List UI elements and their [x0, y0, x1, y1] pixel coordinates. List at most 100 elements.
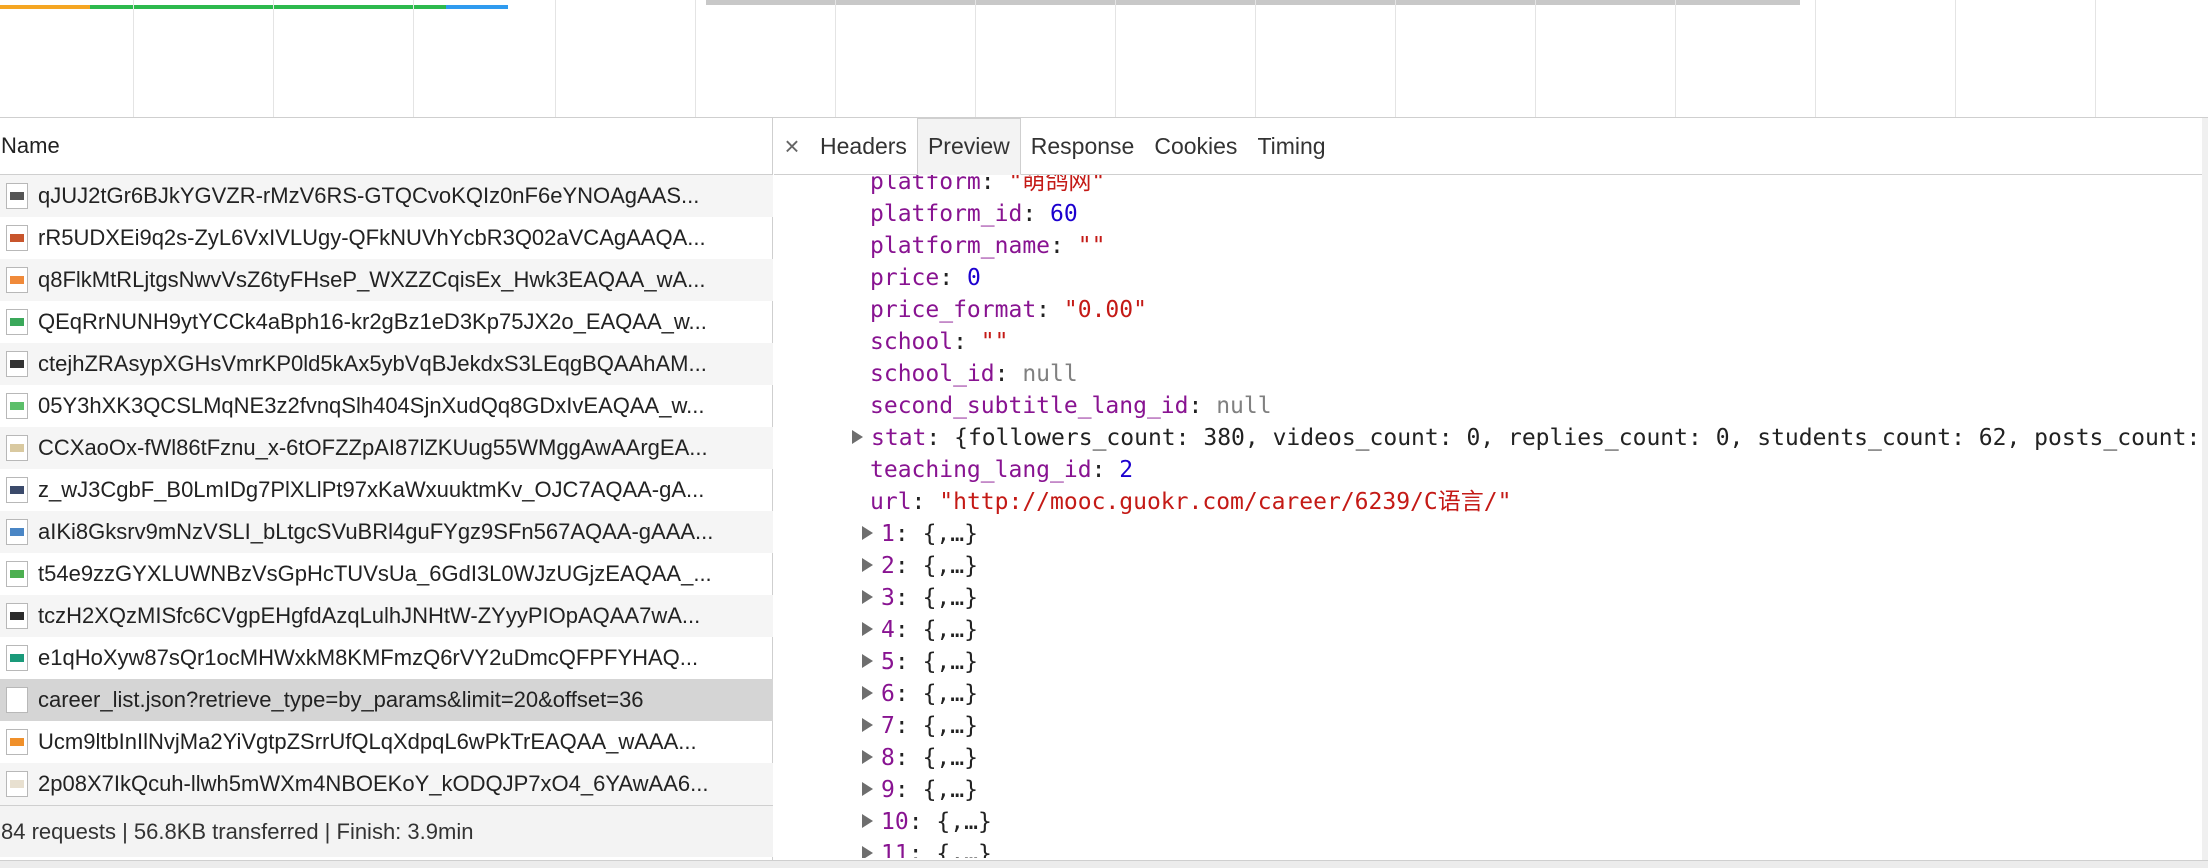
tab-cookies[interactable]: Cookies	[1144, 118, 1247, 174]
json-colon: :	[894, 713, 923, 739]
request-row[interactable]: CCXaoOx-fWl86tFznu_x-6tOFZZpAI87lZKUug55…	[0, 427, 773, 469]
request-row[interactable]: e1qHoXyw87sQr1ocMHWxkM8KMFmzQ6rVY2uDmcQF…	[0, 637, 773, 679]
timeline-bar-content	[90, 5, 446, 9]
request-row[interactable]: career_list.json?retrieve_type=by_params…	[0, 679, 773, 721]
json-key: 1	[881, 521, 895, 547]
close-details-icon[interactable]: ×	[774, 118, 810, 174]
json-value: null	[1022, 361, 1078, 387]
json-property-line: price: 0	[870, 262, 981, 294]
json-value: ""	[980, 329, 1009, 355]
json-array-item[interactable]: 11: {,…}	[862, 838, 992, 858]
json-value: {followers_count: 380, videos_count: 0, …	[954, 425, 2208, 451]
json-key: school	[870, 329, 954, 355]
json-value: "萌鸽网"	[1008, 175, 1106, 195]
request-list-pane: Name qJUJ2tGr6BJkYGVZR-rMzV6RS-GTQCvoKQI…	[0, 118, 773, 868]
json-array-item[interactable]: 8: {,…}	[862, 742, 978, 774]
json-property-line: teaching_lang_id: 2	[870, 454, 1133, 486]
json-property-line: price_format: "0.00"	[870, 294, 1147, 326]
vertical-scrollbar[interactable]	[2202, 118, 2208, 868]
tab-headers[interactable]: Headers	[810, 118, 917, 174]
request-row[interactable]: ctejhZRAsypXGHsVmrKP0ld5kAx5ybVqBJekdxS3…	[0, 343, 773, 385]
json-key: 3	[881, 585, 895, 611]
json-value: {,…}	[922, 777, 978, 803]
json-colon: :	[1036, 297, 1064, 323]
image-thumbnail-icon	[6, 477, 28, 503]
request-name: Ucm9ltbInIlNvjMa2YiVgtpZSrrUfQLqXdpqL6wP…	[38, 729, 697, 754]
timeline-range-selection[interactable]	[706, 0, 1800, 5]
request-row[interactable]: Ucm9ltbInIlNvjMa2YiVgtpZSrrUfQLqXdpqL6wP…	[0, 721, 773, 763]
request-name: career_list.json?retrieve_type=by_params…	[38, 687, 644, 712]
json-array-item[interactable]: 2: {,…}	[862, 550, 978, 582]
request-row[interactable]: tczH2XQzMISfc6CVgpEHgfdAzqLulhJNHtW-ZYyy…	[0, 595, 773, 637]
json-property-line: school: ""	[870, 326, 1009, 358]
network-overview-timeline[interactable]	[0, 0, 2208, 118]
json-key: 4	[881, 617, 895, 643]
request-row[interactable]: z_wJ3CgbF_B0LmIDg7PlXLlPt97xKaWxuuktmKv_…	[0, 469, 773, 511]
json-value: "http://mooc.guokr.com/career/6239/C语言/"	[939, 489, 1512, 515]
timeline-bar-receiving	[446, 5, 508, 9]
json-colon: :	[939, 265, 967, 291]
expand-triangle-icon[interactable]	[852, 429, 863, 444]
request-row[interactable]: QEqRrNUNH9ytYCCk4aBph16-kr2gBz1eD3Kp75JX…	[0, 301, 773, 343]
json-value: {,…}	[922, 745, 978, 771]
timeline-gridline	[1815, 0, 1816, 117]
request-name: rR5UDXEi9q2s-ZyL6VxIVLUgy-QFkNUVhYcbR3Q0…	[38, 225, 706, 250]
request-row[interactable]: 2p08X7IkQcuh-llwh5mWXm4NBOEKoY_kODQJP7xO…	[0, 763, 773, 805]
expand-triangle-icon	[862, 749, 873, 764]
json-property-line: platform: "萌鸽网"	[870, 175, 1105, 198]
image-thumbnail-icon	[6, 771, 28, 797]
request-name: t54e9zzGYXLUWNBzVsGpHcTUVsUa_6GdI3L0WJzU…	[38, 561, 712, 586]
json-value: null	[1216, 393, 1272, 419]
timeline-bar-waiting	[0, 5, 90, 9]
tab-timing[interactable]: Timing	[1247, 118, 1335, 174]
details-tabs: Headers Preview Response Cookies Timing	[810, 118, 1336, 175]
timeline-gridline	[2095, 0, 2096, 117]
json-array-item[interactable]: 1: {,…}	[862, 518, 978, 550]
json-array-item[interactable]: 6: {,…}	[862, 678, 978, 710]
json-array-item[interactable]: 10: {,…}	[862, 806, 992, 838]
name-column-header[interactable]: Name	[0, 118, 772, 175]
json-property-line: platform_name: ""	[870, 230, 1105, 262]
request-details-pane: × Headers Preview Response Cookies Timing pl…	[774, 118, 2208, 868]
tab-response[interactable]: Response	[1021, 118, 1145, 174]
image-thumbnail-icon	[6, 729, 28, 755]
tab-preview[interactable]: Preview	[916, 118, 1021, 175]
document-icon	[6, 687, 28, 713]
timeline-gridline	[695, 0, 696, 117]
json-property-line: stat: {followers_count: 380, videos_coun…	[852, 422, 2208, 454]
json-property-line: second_subtitle_lang_id: null	[870, 390, 1272, 422]
json-array-item[interactable]: 5: {,…}	[862, 646, 978, 678]
json-array-item[interactable]: 4: {,…}	[862, 614, 978, 646]
request-name: z_wJ3CgbF_B0LmIDg7PlXLlPt97xKaWxuuktmKv_…	[38, 477, 705, 502]
timeline-gridline	[1115, 0, 1116, 117]
json-value: 2	[1119, 457, 1134, 483]
json-colon: :	[894, 681, 923, 707]
request-name: e1qHoXyw87sQr1ocMHWxkM8KMFmzQ6rVY2uDmcQF…	[38, 645, 699, 670]
json-value: ""	[1077, 233, 1106, 259]
json-array-item[interactable]: 9: {,…}	[862, 774, 978, 806]
json-colon: :	[894, 585, 923, 611]
json-array-item[interactable]: 7: {,…}	[862, 710, 978, 742]
request-name: 05Y3hXK3QCSLMqNE3z2fvnqSlh404SjnXudQq8GD…	[38, 393, 705, 418]
json-value: {,…}	[922, 649, 978, 675]
json-colon: :	[894, 649, 923, 675]
timeline-gridline	[1535, 0, 1536, 117]
json-key: platform	[870, 175, 981, 195]
network-status-bar: 84 requests | 56.8KB transferred | Finis…	[0, 805, 773, 857]
request-name: aIKi8Gksrv9mNzVSLI_bLtgcSVuBRl4guFYgz9SF…	[38, 519, 714, 544]
json-key: price	[870, 265, 940, 291]
json-value: 0	[966, 265, 981, 291]
request-row[interactable]: qJUJ2tGr6BJkYGVZR-rMzV6RS-GTQCvoKQIz0nF6…	[0, 175, 773, 217]
request-row[interactable]: t54e9zzGYXLUWNBzVsGpHcTUVsUa_6GdI3L0WJzU…	[0, 553, 773, 595]
request-row[interactable]: aIKi8Gksrv9mNzVSLI_bLtgcSVuBRl4guFYgz9SF…	[0, 511, 773, 553]
image-thumbnail-icon	[6, 435, 28, 461]
json-value: {,…}	[936, 809, 992, 835]
json-key: platform_name	[870, 233, 1051, 259]
json-key: second_subtitle_lang_id	[870, 393, 1189, 419]
json-colon: :	[894, 521, 923, 547]
json-value: {,…}	[922, 521, 978, 547]
request-row[interactable]: rR5UDXEi9q2s-ZyL6VxIVLUgy-QFkNUVhYcbR3Q0…	[0, 217, 773, 259]
request-row[interactable]: 05Y3hXK3QCSLMqNE3z2fvnqSlh404SjnXudQq8GD…	[0, 385, 773, 427]
json-array-item[interactable]: 3: {,…}	[862, 582, 978, 614]
request-row[interactable]: q8FlkMtRLjtgsNwvVsZ6tyFHseP_WXZZCqisEx_H…	[0, 259, 773, 301]
